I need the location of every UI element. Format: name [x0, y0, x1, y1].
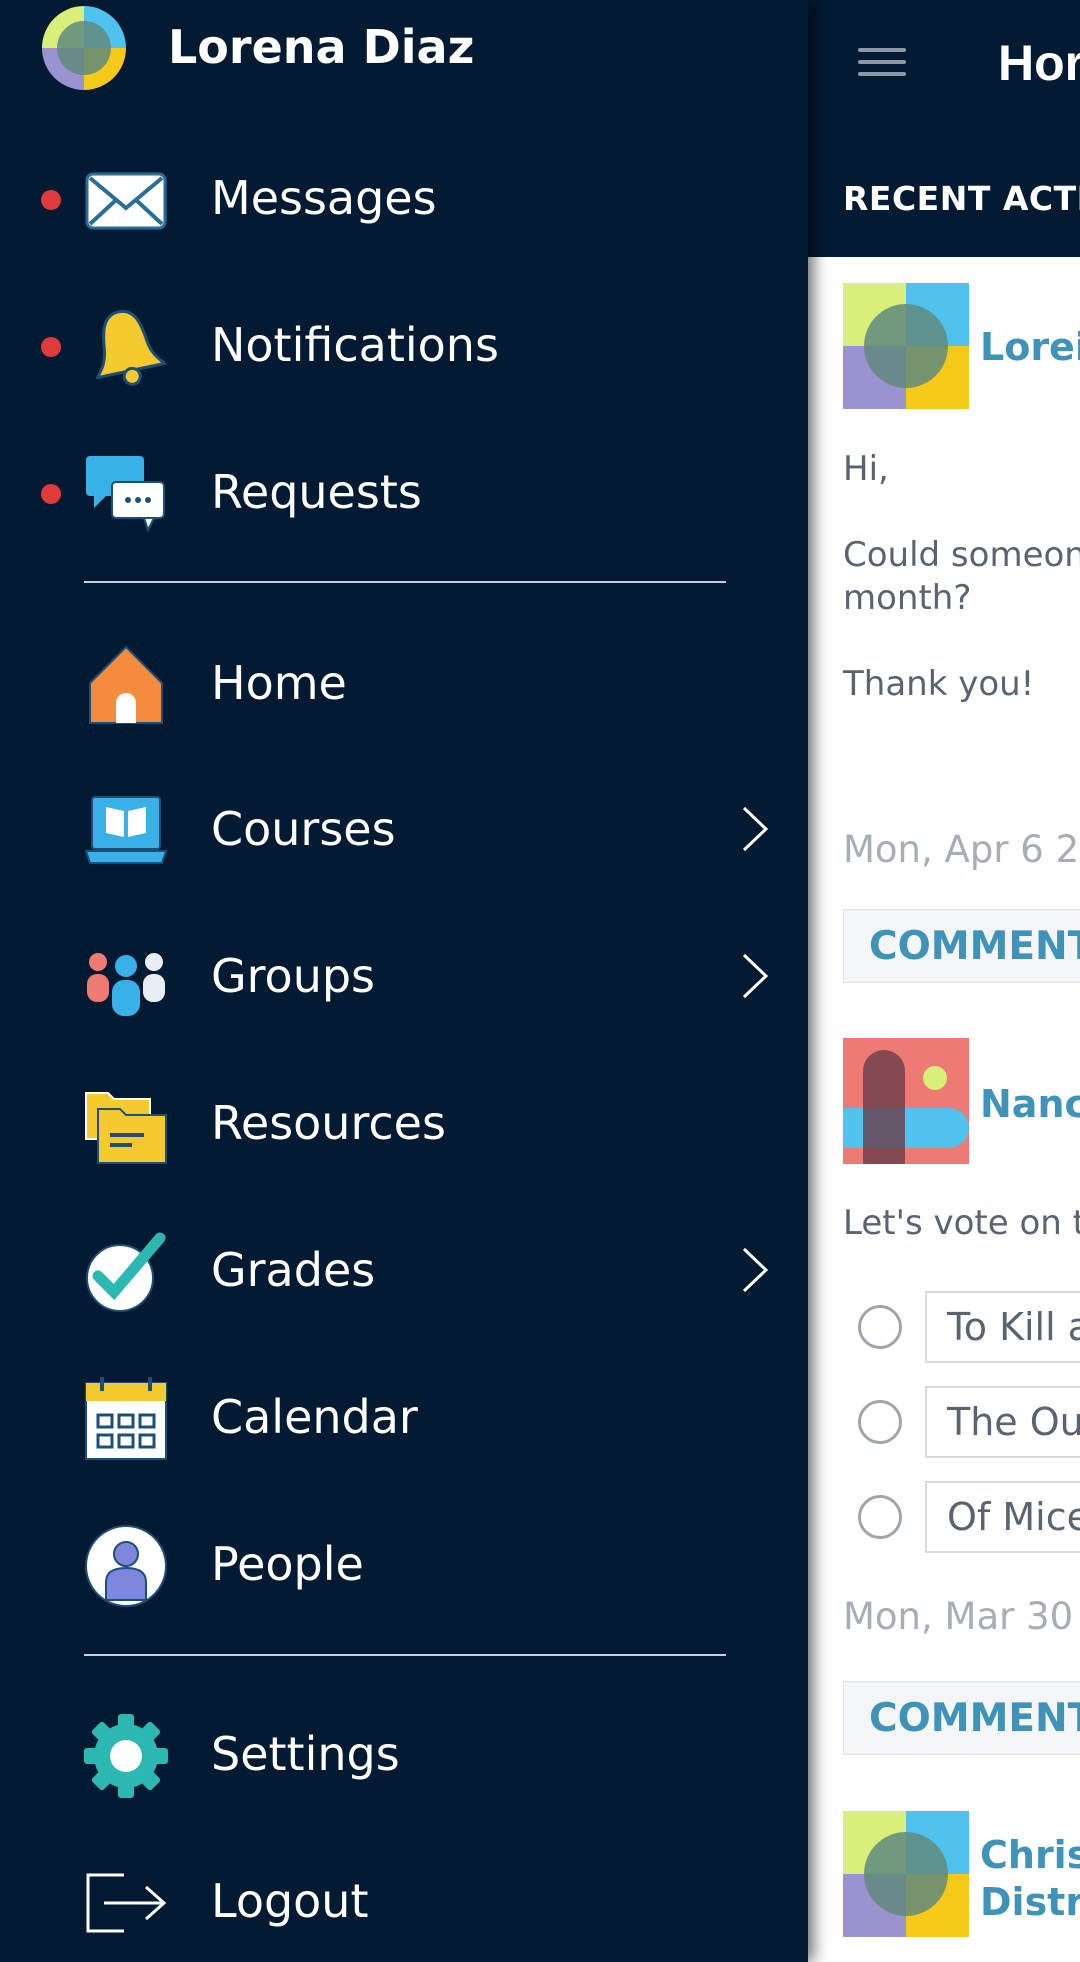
- post-text-line: Hi,: [843, 449, 889, 489]
- unread-indicator: [41, 190, 61, 210]
- nav-label: Grades: [211, 1243, 376, 1297]
- chevron-right-icon[interactable]: [740, 804, 770, 854]
- post-author-name[interactable]: Nanc: [980, 1082, 1080, 1126]
- nav-label: Settings: [211, 1727, 400, 1781]
- nav-item-logout[interactable]: Logout: [0, 1844, 808, 1954]
- unread-indicator: [41, 337, 61, 357]
- nav-label: Requests: [211, 465, 422, 519]
- post-text-line: Could someon: [843, 535, 1080, 575]
- folders-icon: [85, 1092, 167, 1164]
- home-screen: Hor RECENT ACTIV Lorei Hi, Could someon …: [808, 0, 1080, 1962]
- gear-icon: [84, 1714, 168, 1798]
- user-avatar[interactable]: [42, 6, 126, 90]
- post-text-line: Thank you!: [843, 664, 1035, 704]
- checkmark-icon: [86, 1232, 166, 1312]
- page-title: Hor: [998, 35, 1080, 91]
- poll-radio-button[interactable]: [858, 1400, 902, 1444]
- person-icon: [85, 1525, 167, 1607]
- nav-label: Courses: [211, 802, 396, 856]
- nav-item-messages[interactable]: Messages: [0, 141, 808, 251]
- top-app-bar: Hor: [808, 0, 1080, 125]
- chat-bubbles-icon: [86, 456, 165, 533]
- nav-label: Resources: [211, 1096, 446, 1150]
- nav-item-home[interactable]: Home: [0, 626, 808, 736]
- poll-option[interactable]: The Ou: [925, 1386, 1080, 1458]
- nav-label: Home: [211, 656, 347, 710]
- chevron-right-icon[interactable]: [740, 951, 770, 1001]
- nav-item-notifications[interactable]: Notifications: [0, 288, 808, 398]
- nav-label: Notifications: [211, 318, 499, 372]
- unread-indicator: [41, 484, 61, 504]
- nav-item-groups[interactable]: Groups: [0, 919, 808, 1029]
- nav-label: Logout: [211, 1874, 369, 1928]
- nav-item-calendar[interactable]: Calendar: [0, 1360, 808, 1470]
- house-icon: [89, 645, 163, 724]
- navigation-drawer: Lorena Diaz Messages Notifications Reque…: [0, 0, 808, 1962]
- post-author-avatar[interactable]: [843, 283, 969, 409]
- nav-item-requests[interactable]: Requests: [0, 435, 808, 545]
- post-author-name[interactable]: Chris: [980, 1833, 1080, 1877]
- nav-label: Messages: [211, 171, 437, 225]
- drawer-divider: [84, 1654, 726, 1656]
- post-text: Let's vote on th: [843, 1203, 1080, 1243]
- recent-activity-header: RECENT ACTIV: [808, 125, 1080, 257]
- post-text-line: month?: [843, 578, 972, 618]
- envelope-icon: [85, 172, 167, 230]
- people-group-icon: [87, 953, 165, 1016]
- post-date: Mon, Apr 6 2: [843, 828, 1080, 871]
- post-date: Mon, Mar 30: [843, 1595, 1074, 1638]
- section-title: RECENT ACTIV: [843, 179, 1080, 218]
- poll-radio-button[interactable]: [858, 1305, 902, 1349]
- nav-item-people[interactable]: People: [0, 1507, 808, 1617]
- poll-option[interactable]: To Kill a: [925, 1291, 1080, 1363]
- logout-icon: [86, 1873, 167, 1933]
- nav-item-settings[interactable]: Settings: [0, 1697, 808, 1807]
- chevron-right-icon[interactable]: [740, 1245, 770, 1295]
- laptop-book-icon: [84, 796, 168, 864]
- nav-item-resources[interactable]: Resources: [0, 1066, 808, 1176]
- nav-label: Calendar: [211, 1390, 418, 1444]
- nav-item-courses[interactable]: Courses: [0, 772, 808, 882]
- bell-icon: [95, 309, 167, 386]
- post-author-avatar[interactable]: [843, 1811, 969, 1937]
- hamburger-menu-icon[interactable]: [858, 48, 906, 82]
- nav-label: Groups: [211, 949, 376, 1003]
- drawer-divider: [84, 581, 726, 583]
- user-name[interactable]: Lorena Diaz: [168, 20, 474, 74]
- poll-radio-button[interactable]: [858, 1495, 902, 1539]
- post-author-name[interactable]: Lorei: [980, 325, 1080, 369]
- calendar-icon: [85, 1377, 167, 1460]
- nav-item-grades[interactable]: Grades: [0, 1213, 808, 1323]
- comment-button[interactable]: COMMENT: [843, 909, 1080, 983]
- post-author-avatar[interactable]: [843, 1038, 969, 1164]
- comment-button[interactable]: COMMENT: [843, 1681, 1080, 1755]
- post-author-name[interactable]: Distr: [980, 1880, 1080, 1924]
- nav-label: People: [211, 1537, 364, 1591]
- poll-option[interactable]: Of Mice: [925, 1481, 1080, 1553]
